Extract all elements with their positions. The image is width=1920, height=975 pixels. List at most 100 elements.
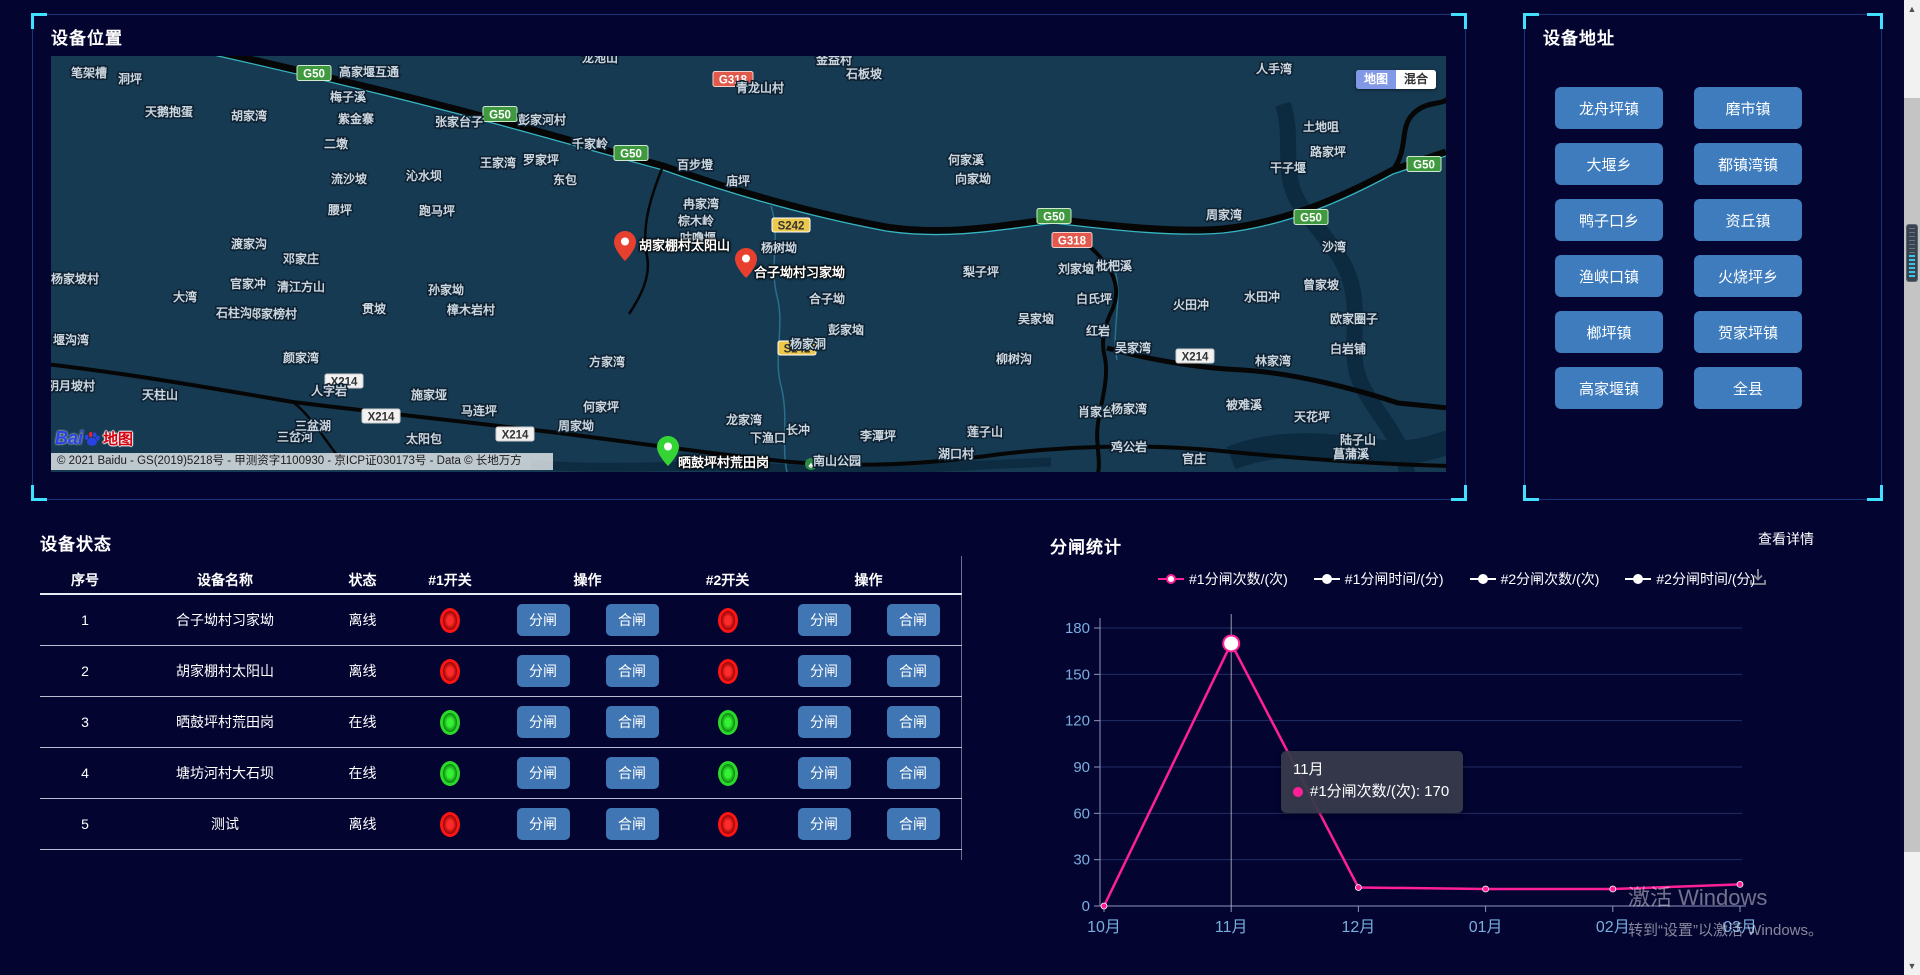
map-marker[interactable]: 晒鼓坪村荒田岗 [656,435,680,467]
map-place-label: 二墩 [324,136,349,151]
data-point[interactable] [1610,886,1616,892]
map-place-label: 金益村 [815,56,852,67]
close-switch-button[interactable]: 合闸 [606,706,659,738]
row-index: 5 [40,816,130,832]
x-axis-label: 01月 [1469,919,1503,936]
panel-corner [1523,485,1539,501]
road-badge: G50 [1407,157,1441,172]
open-switch-button[interactable]: 分闸 [517,604,570,636]
device-name: 合子坳村习家坳 [130,610,320,630]
map-type-hybrid-button[interactable]: 混合 [1396,70,1436,89]
tooltip-series-dot [1293,787,1303,797]
map-place-label: 杨家湾 [1111,401,1147,416]
road-g50 [191,56,1446,231]
data-point[interactable] [1101,903,1107,909]
map-place-label: 郑家榜村 [249,306,297,321]
map-place-label: 长冲 [786,422,810,437]
scrollbar-down-arrow[interactable]: ▼ [1904,959,1920,973]
map-marker[interactable]: 合子坳村习家坳 [734,247,758,279]
y-axis-label: 180 [1065,620,1090,637]
map-place-label: 林家湾 [1255,353,1291,368]
baidu-paw-icon [83,430,101,448]
svg-text:G50: G50 [1043,212,1065,224]
close-switch-button[interactable]: 合闸 [887,655,940,687]
data-point[interactable] [1483,886,1489,892]
line-chart[interactable]: 030609012015018010月11月12月01月02月03月 [1040,525,1840,969]
map-type-map-button[interactable]: 地图 [1356,70,1396,89]
address-button[interactable]: 贺家坪镇 [1694,311,1802,353]
map-place-label: 跑马坪 [419,203,455,218]
trip-statistics-section: 分闸统计 查看详情 #1分闸次数/(次)#1分闸时间/(分)#2分闸次数/(次)… [1040,525,1840,969]
map-marker[interactable]: 胡家棚村太阳山 [613,230,637,262]
address-button[interactable]: 火烧坪乡 [1694,255,1802,297]
switch1-indicator [440,761,460,786]
baidu-logo-text: Bai [55,428,83,449]
open-switch-button[interactable]: 分闸 [798,808,851,840]
switch1-indicator [440,659,460,684]
section-title: 设备状态 [40,530,962,555]
map-place-label: 马连坪 [461,403,497,418]
address-button[interactable]: 鸭子口乡 [1555,199,1663,241]
y-axis-label: 150 [1065,666,1090,683]
open-switch-button[interactable]: 分闸 [517,808,570,840]
map-place-label: 杨家洞 [790,336,826,351]
switch2-actions: 分闸 合闸 [775,706,962,738]
map-place-label: 沁水坝 [406,168,442,183]
address-button[interactable]: 全县 [1694,367,1802,409]
device-name: 塘坊河村大石坝 [130,763,320,783]
close-switch-button[interactable]: 合闸 [606,604,659,636]
switch1-cell [405,608,495,633]
map-place-label: 洞坪 [118,72,142,86]
switch1-cell [405,761,495,786]
open-switch-button[interactable]: 分闸 [517,757,570,789]
open-switch-button[interactable]: 分闸 [798,757,851,789]
panel-title: 设备位置 [51,24,123,49]
open-switch-button[interactable]: 分闸 [517,706,570,738]
address-button-grid: 龙舟坪镇磨市镇大堰乡都镇湾镇鸭子口乡资丘镇渔峡口镇火烧坪乡榔坪镇贺家坪镇高家堰镇… [1555,87,1802,409]
map-place-label: 笔架槽 [71,65,107,80]
address-button[interactable]: 资丘镇 [1694,199,1802,241]
close-switch-button[interactable]: 合闸 [606,757,659,789]
map-place-label: 水田冲 [1244,289,1280,304]
close-switch-button[interactable]: 合闸 [887,706,940,738]
scrollbar-thumb[interactable] [1904,98,1920,852]
address-button[interactable]: 高家堰镇 [1555,367,1663,409]
address-button[interactable]: 渔峡口镇 [1555,255,1663,297]
address-button[interactable]: 都镇湾镇 [1694,143,1802,185]
close-switch-button[interactable]: 合闸 [606,808,659,840]
map-place-label: 陆子山 [1340,432,1376,447]
scrollbar-up-arrow[interactable]: ▲ [1904,2,1920,16]
close-switch-button[interactable]: 合闸 [887,757,940,789]
address-button[interactable]: 榔坪镇 [1555,311,1663,353]
close-switch-button[interactable]: 合闸 [606,655,659,687]
map-place-label: 官家冲 [230,276,266,291]
baidu-map[interactable]: ♣ G50G50G50G50G50G50G318G318S242S242X214… [51,56,1446,472]
road-badge: G50 [1294,210,1328,225]
open-switch-button[interactable]: 分闸 [798,655,851,687]
map-place-label: 周家坳 [558,418,594,433]
data-point[interactable] [1355,884,1361,890]
data-point[interactable] [1737,881,1743,887]
map-place-label: 施家垭 [411,387,447,402]
close-switch-button[interactable]: 合闸 [887,604,940,636]
map-place-label: 紫金寨 [338,111,374,126]
open-switch-button[interactable]: 分闸 [517,655,570,687]
table-row: 5测试离线分闸合闸分闸合闸 [40,799,962,850]
switch2-actions: 分闸 合闸 [775,604,962,636]
panel-corner [1867,13,1883,29]
scrollbar[interactable]: ▲ ▼ [1904,0,1920,975]
open-switch-button[interactable]: 分闸 [798,604,851,636]
road-badge: G50 [297,66,331,81]
map-place-label: 菖蒲溪 [1333,446,1370,461]
address-button[interactable]: 龙舟坪镇 [1555,87,1663,129]
close-switch-button[interactable]: 合闸 [887,808,940,840]
map-place-label: 腰坪 [327,202,352,217]
open-switch-button[interactable]: 分闸 [798,706,851,738]
map-place-label: 孙家坳 [428,282,464,297]
baidu-logo: Bai 地图 [55,428,133,449]
address-button[interactable]: 大堰乡 [1555,143,1663,185]
switch2-cell [680,812,775,837]
y-axis-label: 0 [1082,898,1090,915]
address-button[interactable]: 磨市镇 [1694,87,1802,129]
data-point-active[interactable] [1223,635,1239,651]
